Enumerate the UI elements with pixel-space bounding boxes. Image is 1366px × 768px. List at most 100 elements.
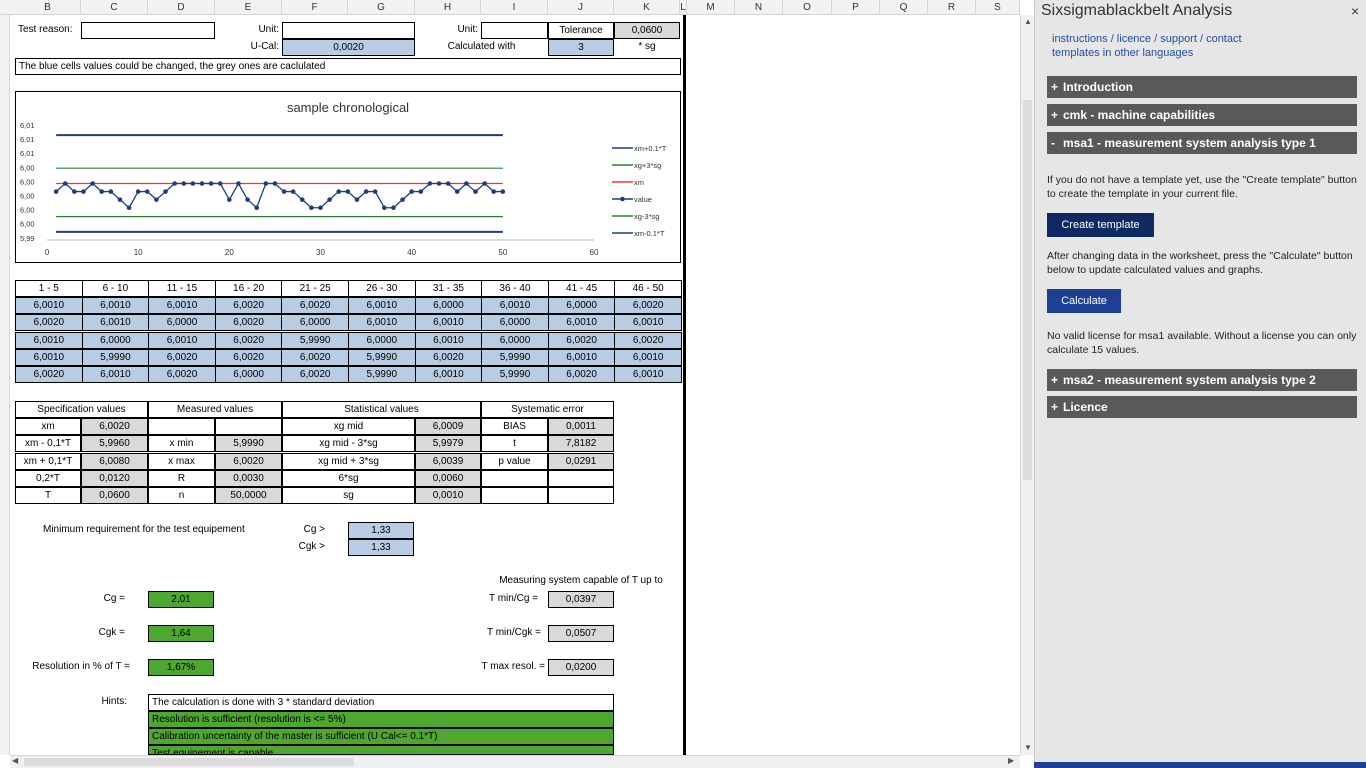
sample-cell[interactable]: 6,0000 xyxy=(81,331,150,349)
sample-cell[interactable]: 6,0010 xyxy=(614,366,682,383)
column-header[interactable]: H xyxy=(415,0,481,15)
column-header[interactable]: E xyxy=(215,0,282,15)
sample-cell[interactable]: 6,0010 xyxy=(15,297,83,315)
sample-cell[interactable]: 6,0020 xyxy=(15,314,83,332)
sample-cell[interactable]: 6,0020 xyxy=(414,348,483,366)
sample-cell[interactable]: 6,0010 xyxy=(481,297,549,315)
sample-cell[interactable]: 5,9990 xyxy=(348,366,416,383)
stats-header: Statistical values xyxy=(282,401,481,418)
scroll-right-icon[interactable]: ▶ xyxy=(1008,756,1014,765)
cgk-req-value[interactable]: 1,33 xyxy=(348,539,414,556)
unit-field-1[interactable] xyxy=(282,22,415,39)
sample-cell[interactable]: 6,0020 xyxy=(614,331,682,349)
column-header[interactable]: N xyxy=(735,0,783,15)
sample-cell[interactable]: 6,0010 xyxy=(547,314,616,332)
column-header[interactable]: O xyxy=(783,0,832,15)
sample-cell[interactable]: 5,9990 xyxy=(81,348,150,366)
sample-header: 16 - 20 xyxy=(214,280,283,297)
horizontal-scroll-thumb[interactable] xyxy=(24,758,354,766)
horizontal-scrollbar[interactable]: ◀ ▶ xyxy=(10,755,1020,768)
sample-cell[interactable]: 6,0020 xyxy=(281,297,349,315)
column-header[interactable]: C xyxy=(81,0,148,15)
sample-cell[interactable]: 6,0000 xyxy=(214,366,283,383)
close-icon[interactable]: × xyxy=(1351,3,1359,19)
sample-cell[interactable]: 6,0020 xyxy=(614,297,682,315)
sample-cell[interactable]: 6,0020 xyxy=(148,348,216,366)
ucal-value[interactable]: 0,0020 xyxy=(282,39,415,56)
instructions-link[interactable]: instructions / licence / support / conta… xyxy=(1052,33,1242,45)
column-header[interactable]: K xyxy=(614,0,680,15)
sample-cell[interactable]: 6,0010 xyxy=(348,314,416,332)
sample-cell[interactable]: 6,0010 xyxy=(414,331,483,349)
column-header[interactable]: D xyxy=(148,0,215,15)
create-template-button[interactable]: Create template xyxy=(1047,213,1154,237)
sample-cell[interactable]: 6,0020 xyxy=(148,366,216,383)
sample-cell[interactable]: 6,0010 xyxy=(614,314,682,332)
column-header[interactable]: G xyxy=(348,0,415,15)
pane-title: Sixsigmablackbelt Analysis xyxy=(1041,2,1233,19)
sample-cell[interactable]: 6,0020 xyxy=(214,314,283,332)
sample-cell[interactable]: 6,0000 xyxy=(414,297,483,315)
column-header[interactable]: J xyxy=(548,0,614,15)
sample-cell[interactable]: 6,0010 xyxy=(15,348,83,366)
cg-req-value[interactable]: 1,33 xyxy=(348,522,414,539)
sample-cell[interactable]: 6,0010 xyxy=(348,297,416,315)
column-header[interactable]: P xyxy=(832,0,880,15)
sample-cell[interactable]: 5,9990 xyxy=(281,331,349,349)
section-introduction[interactable]: + Introduction xyxy=(1047,76,1357,98)
chart-container[interactable]: sample chronological 6,01 6,01 6,01 6,00 6,00… xyxy=(15,91,681,263)
vertical-scrollbar[interactable]: ▲ ▼ xyxy=(1020,15,1034,755)
scroll-left-icon[interactable]: ◀ xyxy=(12,756,18,765)
column-header[interactable]: L xyxy=(680,0,687,15)
sample-cell[interactable]: 6,0010 xyxy=(81,314,150,332)
sample-cell[interactable]: 6,0000 xyxy=(148,314,216,332)
data-point xyxy=(409,189,414,194)
templates-link[interactable]: templates in other languages xyxy=(1052,47,1193,59)
column-header[interactable]: I xyxy=(481,0,548,15)
section-msa2[interactable]: + msa2 - measurement system analysis type… xyxy=(1047,369,1357,391)
sample-cell[interactable]: 6,0010 xyxy=(81,366,150,383)
sample-cell[interactable]: 6,0010 xyxy=(614,348,682,366)
column-header[interactable]: Q xyxy=(880,0,928,15)
test-reason-field[interactable] xyxy=(81,22,215,39)
sample-cell[interactable]: 6,0020 xyxy=(281,348,349,366)
sample-cell[interactable]: 6,0020 xyxy=(214,297,283,315)
sample-cell[interactable]: 6,0020 xyxy=(547,331,616,349)
sample-cell[interactable]: 5,9990 xyxy=(481,348,549,366)
sample-cell[interactable]: 6,0020 xyxy=(547,366,616,383)
sample-cell[interactable]: 6,0010 xyxy=(15,331,83,349)
sample-cell[interactable]: 6,0010 xyxy=(81,297,150,315)
column-header[interactable]: M xyxy=(687,0,735,15)
sample-cell[interactable]: 6,0010 xyxy=(148,331,216,349)
sample-cell[interactable]: 6,0000 xyxy=(348,331,416,349)
tolerance-value[interactable]: 0,0600 xyxy=(614,22,680,39)
calculated-with-value[interactable]: 3 xyxy=(548,39,614,56)
sample-cell[interactable]: 6,0000 xyxy=(481,331,549,349)
column-header[interactable]: B xyxy=(15,0,81,15)
sample-cell[interactable]: 6,0020 xyxy=(214,331,283,349)
scroll-up-icon[interactable]: ▲ xyxy=(1024,17,1032,26)
sample-cell[interactable]: 6,0020 xyxy=(15,366,83,383)
section-licence[interactable]: + Licence xyxy=(1047,396,1357,418)
unit-field-2[interactable] xyxy=(481,22,548,39)
sample-cell[interactable]: 6,0010 xyxy=(414,314,483,332)
sample-cell[interactable]: 6,0000 xyxy=(547,297,616,315)
column-header[interactable]: F xyxy=(282,0,348,15)
section-cmk[interactable]: + cmk - machine capabilities xyxy=(1047,104,1357,126)
sample-cell[interactable]: 6,0010 xyxy=(414,366,483,383)
vertical-scroll-thumb[interactable] xyxy=(1023,100,1032,480)
column-header[interactable]: S xyxy=(976,0,1020,15)
scroll-down-icon[interactable]: ▼ xyxy=(1024,743,1032,752)
sample-cell[interactable]: 6,0010 xyxy=(148,297,216,315)
column-header[interactable]: R xyxy=(928,0,976,15)
sample-cell[interactable]: 5,9990 xyxy=(348,348,416,366)
sample-cell[interactable]: 6,0000 xyxy=(481,314,549,332)
sample-cell[interactable]: 6,0020 xyxy=(281,366,349,383)
sample-cell[interactable]: 6,0000 xyxy=(281,314,349,332)
calculate-button[interactable]: Calculate xyxy=(1047,289,1121,313)
sample-cell[interactable]: 6,0020 xyxy=(214,348,283,366)
sample-cell[interactable]: 6,0010 xyxy=(547,348,616,366)
x-tick-label: 40 xyxy=(407,248,416,257)
section-msa1[interactable]: - msa1 - measurement system analysis type… xyxy=(1047,132,1357,154)
sample-cell[interactable]: 5,9990 xyxy=(481,366,549,383)
